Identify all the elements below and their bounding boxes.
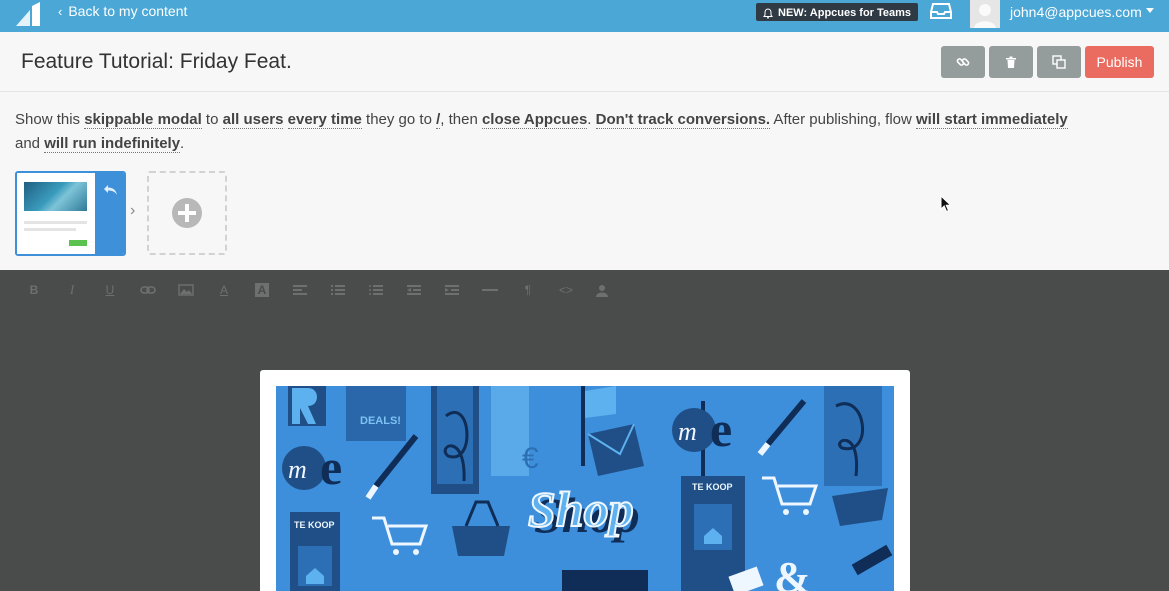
setting-audience[interactable]: all users [222,111,284,129]
plus-circle-icon [172,198,202,228]
deals-text: DEALS! [360,415,401,427]
shop-illustration: DEALS! m e m e € Shop Shop TE KOOP TE KO… [276,386,894,591]
text-color-icon[interactable]: A [214,282,234,298]
back-to-content-link[interactable]: ‹ Back to my content [58,3,187,19]
step-side-panel[interactable] [95,173,124,254]
step-preview-button [69,240,87,246]
settings-text: and [15,135,45,152]
appcues-logo[interactable] [16,2,42,26]
indent-icon[interactable] [442,282,462,298]
settings-text: . [180,135,185,152]
copy-link-button[interactable] [941,46,985,78]
tekoop-text: TE KOOP [294,520,335,530]
setting-pattern-type[interactable]: skippable modal [84,111,202,129]
svg-text:€: € [522,442,539,475]
news-badge-label: NEW: Appcues for Teams [778,7,912,19]
svg-text:TE KOOP: TE KOOP [692,482,733,492]
settings-text: to [201,111,223,128]
flow-settings-sentence: Show this skippable modal to all users e… [15,108,1095,156]
trash-icon [1006,56,1016,68]
bullet-list-icon[interactable] [366,282,386,298]
bell-icon [763,7,773,19]
paragraph-icon[interactable]: ¶ [518,282,538,298]
setting-end-time[interactable]: will run indefinitely [44,135,181,153]
image-icon[interactable] [176,282,196,298]
undo-arrow-icon [104,185,117,195]
mouse-cursor-icon [940,195,952,213]
link-icon [956,58,970,66]
step-preview-line [24,228,76,231]
bold-icon[interactable]: B [24,282,44,298]
delete-button[interactable] [989,46,1033,78]
settings-text: After publishing, flow [770,111,917,128]
code-icon[interactable]: <> [556,282,576,298]
setting-start-time[interactable]: will start immediately [916,111,1068,129]
setting-completion-action[interactable]: close Appcues [481,111,588,129]
shop-text: Shop [528,481,634,537]
svg-text:e: e [320,439,342,495]
settings-text: . [587,111,596,128]
svg-text:m: m [678,417,697,446]
horizontal-rule-icon[interactable] [480,282,500,298]
add-step-button[interactable] [147,171,227,255]
top-bar: ‹ Back to my content NEW: Appcues for Te… [0,0,1169,32]
editor-toolbar: B I U A A ¶ <> [0,270,1169,310]
step-thumbnail[interactable] [15,171,126,256]
outdent-icon[interactable] [404,282,424,298]
chevron-left-icon: ‹ [58,3,63,19]
background-color-icon[interactable]: A [252,282,272,298]
align-left-icon[interactable] [290,282,310,298]
svg-text:m: m [288,455,307,484]
avatar[interactable] [970,0,1000,28]
caret-down-icon[interactable] [1146,8,1154,13]
svg-text:e: e [710,401,732,457]
setting-frequency[interactable]: every time [287,111,362,129]
chevron-right-icon: › [130,202,136,219]
news-badge[interactable]: NEW: Appcues for Teams [756,3,919,21]
inbox-icon[interactable] [930,2,952,20]
flow-header: Feature Tutorial: Friday Feat. Publish [0,32,1169,92]
step-preview-line [24,221,87,224]
modal-preview: DEALS! m e m e € Shop Shop TE KOOP TE KO… [260,370,910,591]
settings-text: , then [440,111,482,128]
settings-text: they go to [361,111,437,128]
setting-conversion-goal[interactable]: Don't track conversions. [595,111,771,129]
step-preview [17,173,95,254]
user-email[interactable]: john4@appcues.com [1010,4,1142,20]
modal-hero-image[interactable]: DEALS! m e m e € Shop Shop TE KOOP TE KO… [276,386,894,591]
step-preview-image [24,182,87,211]
user-property-icon[interactable] [592,282,612,298]
publish-button[interactable]: Publish [1085,46,1154,78]
duplicate-icon [1052,55,1066,69]
editor-canvas: B I U A A ¶ <> DEALS! m e m e € Shop Sho… [0,270,1169,591]
duplicate-button[interactable] [1037,46,1081,78]
back-link-label: Back to my content [68,3,188,19]
user-silhouette-icon [974,4,996,28]
ordered-list-icon[interactable] [328,282,348,298]
svg-text:&: & [774,553,811,591]
link-icon[interactable] [138,282,158,298]
settings-text: Show this [15,111,85,128]
page-title: Feature Tutorial: Friday Feat. [21,50,292,73]
italic-icon[interactable]: I [62,282,82,298]
underline-icon[interactable]: U [100,282,120,298]
